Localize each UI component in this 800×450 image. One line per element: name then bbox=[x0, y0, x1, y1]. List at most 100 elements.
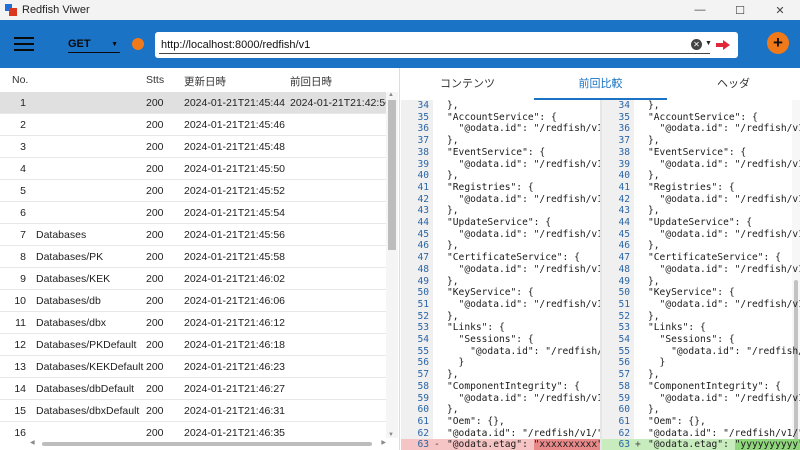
table-row[interactable]: 4 200 2024-01-21T21:45:50 bbox=[0, 158, 386, 180]
table-row[interactable]: 2 200 2024-01-21T21:45:46 bbox=[0, 114, 386, 136]
method-select[interactable]: GET ▼ bbox=[68, 35, 120, 53]
diff-line: 44 "UpdateService": { bbox=[401, 217, 600, 229]
url-input[interactable] bbox=[161, 36, 681, 54]
tab-contents[interactable]: コンテンツ bbox=[401, 68, 534, 100]
line-text: }, bbox=[447, 205, 459, 216]
diff-right-pane[interactable]: 34}, 35 "AccountService": {36 "@odata.id":… bbox=[602, 100, 800, 450]
minimize-button[interactable]: — bbox=[680, 0, 720, 20]
diff-left-pane[interactable]: 34}, 35 "AccountService": {36 "@odata.id":… bbox=[401, 100, 600, 450]
col-header-stts[interactable]: Stts bbox=[146, 74, 164, 86]
table-row[interactable]: 14 Databases/dbDefault 200 2024-01-21T21:46… bbox=[0, 378, 386, 400]
col-header-updated[interactable]: 更新日時 bbox=[184, 74, 226, 89]
table-row[interactable]: 12 Databases/PKDefault 200 2024-01-21T21:46… bbox=[0, 334, 386, 356]
diff-line: 35 "AccountService": { bbox=[401, 112, 600, 124]
row-no: 10 bbox=[14, 295, 26, 307]
table-row[interactable]: 8 Databases/PK 200 2024-01-21T21:45:58 bbox=[0, 246, 386, 268]
line-text: "@odata.id": "/redfish/v1/Certificate bbox=[648, 264, 800, 275]
row-status: 200 bbox=[146, 97, 164, 109]
line-number: 59 bbox=[618, 392, 630, 404]
line-number: 41 bbox=[618, 181, 630, 193]
diff-line: 54 "Sessions": { bbox=[401, 334, 600, 346]
tab-headers[interactable]: ヘッダ bbox=[667, 68, 800, 100]
row-no: 13 bbox=[14, 361, 26, 373]
row-path: Databases/KEK bbox=[36, 273, 111, 285]
line-text: "CertificateService": { bbox=[447, 252, 580, 263]
line-number: 40 bbox=[417, 170, 429, 182]
send-icon[interactable] bbox=[715, 39, 731, 51]
line-code: "AccountService": { bbox=[447, 111, 557, 123]
table-row[interactable]: 16 200 2024-01-21T21:46:35 bbox=[0, 422, 386, 438]
line-text: "@odata.id": "/redfish/v1/SessionS bbox=[447, 346, 600, 357]
line-code: }, bbox=[648, 170, 660, 182]
menu-icon[interactable] bbox=[14, 37, 34, 51]
title-bar: Redfish Viwer — ☐ ✕ bbox=[0, 0, 800, 20]
line-code: "@odata.id": "/redfish/v1/UpdateSer bbox=[659, 228, 800, 240]
table-row[interactable]: 7 Databases 200 2024-01-21T21:45:56 bbox=[0, 224, 386, 246]
diff-line: 57}, bbox=[602, 369, 800, 381]
diff-line: 40}, bbox=[602, 170, 800, 182]
close-button[interactable]: ✕ bbox=[760, 0, 800, 20]
diff-line: 52}, bbox=[401, 311, 600, 323]
table-row[interactable]: 1 200 2024-01-21T21:45:44 2024-01-21T21:42:… bbox=[0, 92, 386, 114]
line-code: "Oem": {}, bbox=[447, 415, 505, 427]
maximize-button[interactable]: ☐ bbox=[720, 0, 760, 20]
table-row[interactable]: 10 Databases/db 200 2024-01-21T21:46:06 bbox=[0, 290, 386, 312]
table-row[interactable]: 6 200 2024-01-21T21:45:54 bbox=[0, 202, 386, 224]
add-button[interactable]: + bbox=[767, 32, 789, 54]
line-code: "ComponentIntegrity": { bbox=[648, 380, 781, 392]
line-text: "@odata.id": "/redfish/v1/KeyService bbox=[648, 299, 800, 310]
window-controls: — ☐ ✕ bbox=[680, 0, 800, 20]
line-text: "UpdateService": { bbox=[648, 217, 752, 228]
diff-line: 38 "EventService": { bbox=[401, 147, 600, 159]
row-updated: 2024-01-21T21:45:58 bbox=[184, 251, 285, 263]
line-code: }, bbox=[447, 275, 459, 287]
line-code: "Links": { bbox=[447, 322, 505, 334]
changed-value: "xxxxxxxxxx" bbox=[533, 439, 600, 450]
line-number: 48 bbox=[618, 263, 630, 275]
table-row[interactable]: 5 200 2024-01-21T21:45:52 bbox=[0, 180, 386, 202]
table-row[interactable]: 9 Databases/KEK 200 2024-01-21T21:46:02 bbox=[0, 268, 386, 290]
line-text: }, bbox=[648, 311, 660, 322]
line-text: "@odata.id": "/redfish/v1/SessionS bbox=[648, 346, 800, 357]
line-text: }, bbox=[648, 135, 660, 146]
col-header-no[interactable]: No. bbox=[12, 74, 28, 86]
line-code: "Links": { bbox=[648, 322, 706, 334]
line-text: } bbox=[648, 357, 666, 369]
col-header-previous[interactable]: 前回日時 bbox=[290, 74, 332, 89]
diff-line: 49}, bbox=[401, 276, 600, 288]
line-code: }, bbox=[447, 170, 459, 182]
table-row[interactable]: 3 200 2024-01-21T21:45:48 bbox=[0, 136, 386, 158]
diff-line: 36 "@odata.id": "/redfish/v1/AccountSe bbox=[401, 123, 600, 135]
table-row[interactable]: 11 Databases/dbx 200 2024-01-21T21:46:12 bbox=[0, 312, 386, 334]
line-number: 60 bbox=[417, 404, 429, 416]
tab-previous-compare[interactable]: 前回比較 bbox=[534, 68, 667, 100]
history-horizontal-scrollbar[interactable]: ◀ ▶ bbox=[30, 440, 386, 448]
line-number: 38 bbox=[618, 146, 630, 158]
line-number: 43 bbox=[417, 205, 429, 217]
line-code: }, bbox=[648, 205, 660, 217]
line-code: } bbox=[648, 357, 666, 369]
line-number: 55 bbox=[417, 345, 429, 357]
table-row[interactable]: 15 Databases/dbxDefault 200 2024-01-21T21:4… bbox=[0, 400, 386, 422]
url-history-dropdown-icon[interactable]: ▼ bbox=[705, 40, 712, 47]
line-code: "CertificateService": { bbox=[447, 252, 580, 264]
history-vertical-scrollbar[interactable]: ▲ ▼ bbox=[386, 92, 398, 438]
line-code: }, bbox=[648, 404, 660, 416]
app-logo-icon bbox=[5, 4, 17, 16]
line-code: "@odata.etag": bbox=[447, 439, 534, 450]
line-text: "@odata.id": "/redfish/v1/Compone bbox=[447, 393, 600, 404]
row-updated: 2024-01-21T21:46:18 bbox=[184, 339, 285, 351]
row-path: Databases/dbDefault bbox=[36, 383, 135, 395]
row-updated: 2024-01-21T21:45:46 bbox=[184, 119, 285, 131]
line-number: 56 bbox=[618, 357, 630, 369]
line-text: "@odata.etag": "xxxxxxxxxx" bbox=[447, 439, 600, 450]
row-path: Databases/KEKDefault bbox=[36, 361, 144, 373]
clear-icon[interactable]: ✕ bbox=[691, 39, 702, 50]
diff-line: 62 "@odata.id": "/redfish/v1/", bbox=[602, 428, 800, 440]
diff-line: 55 "@odata.id": "/redfish/v1/SessionS bbox=[401, 346, 600, 358]
line-code: }, bbox=[648, 240, 660, 252]
table-row[interactable]: 13 Databases/KEKDefault 200 2024-01-21T21:4… bbox=[0, 356, 386, 378]
line-number: 60 bbox=[618, 404, 630, 416]
line-text: }, bbox=[648, 205, 660, 216]
diff-line: 60}, bbox=[401, 404, 600, 416]
